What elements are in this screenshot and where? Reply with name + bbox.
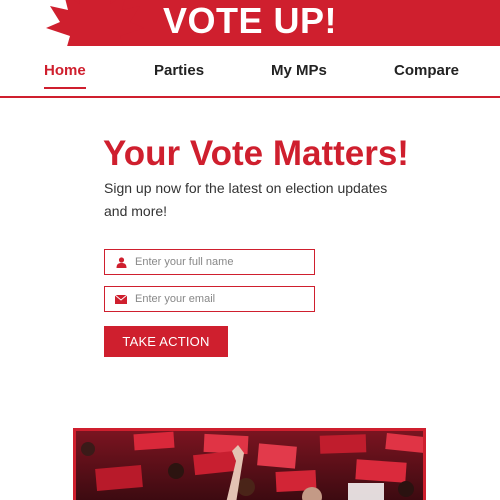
header-banner: VOTE UP! — [0, 0, 500, 46]
email-input[interactable] — [133, 288, 309, 310]
envelope-icon — [109, 287, 133, 311]
main-nav: Home Parties My MPs Compare — [0, 46, 500, 98]
crowd-illustration — [76, 431, 423, 500]
full-name-field[interactable] — [104, 249, 315, 275]
take-action-button[interactable]: TAKE ACTION — [104, 326, 228, 357]
full-name-input[interactable] — [133, 251, 309, 273]
page-headline: Your Vote Matters! — [103, 134, 409, 173]
signup-description: Sign up now for the latest on election u… — [104, 180, 388, 219]
user-icon — [109, 250, 133, 274]
rally-crowd-photo — [73, 428, 426, 500]
nav-item-parties[interactable]: Parties — [154, 62, 204, 79]
nav-item-home[interactable]: Home — [44, 62, 86, 89]
site-title: VOTE UP! — [162, 0, 337, 41]
nav-item-my-mps[interactable]: My MPs — [271, 62, 327, 79]
nav-item-compare[interactable]: Compare — [394, 62, 459, 79]
email-field[interactable] — [104, 286, 315, 312]
